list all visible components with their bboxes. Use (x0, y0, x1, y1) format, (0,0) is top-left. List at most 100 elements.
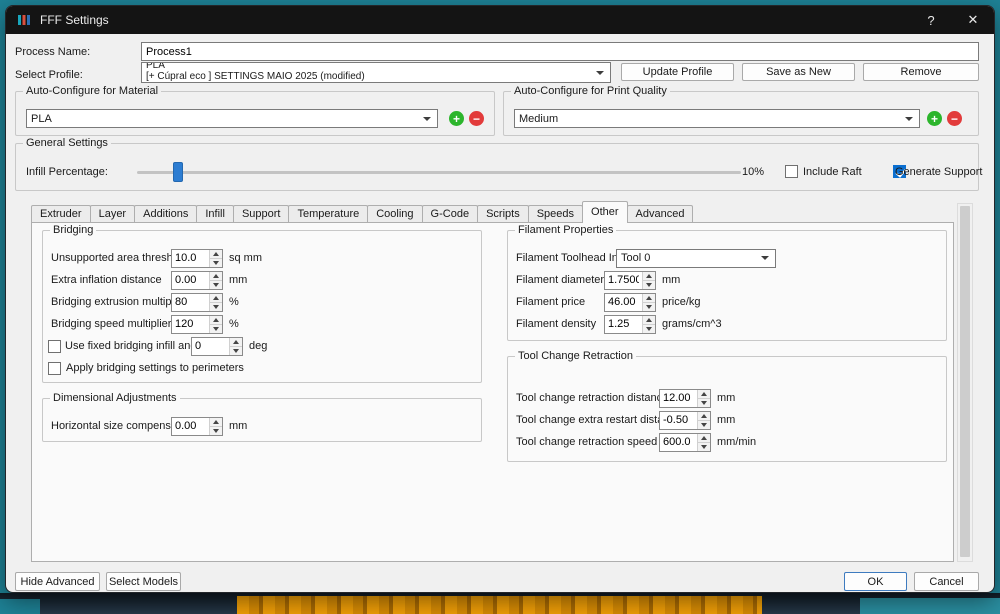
infill-slider-track[interactable] (137, 171, 741, 174)
fixed-bridging-angle-input[interactable] (192, 337, 229, 355)
spin-down-button[interactable] (643, 279, 655, 289)
include-raft-checkbox[interactable] (785, 165, 798, 178)
spin-up-button[interactable] (210, 417, 222, 426)
tab-infill[interactable]: Infill (196, 205, 234, 222)
filament-diameter-label: Filament diameter (516, 274, 605, 286)
spin-down-button[interactable] (210, 257, 222, 267)
include-raft-label[interactable]: Include Raft (803, 166, 862, 178)
add-quality-button[interactable]: + (927, 111, 942, 126)
spin-up-button[interactable] (698, 389, 710, 398)
add-material-button[interactable]: + (449, 111, 464, 126)
filament-toolhead-index-label: Filament Toolhead Index (516, 252, 636, 264)
unsupported-area-threshold-input[interactable] (172, 249, 209, 267)
update-profile-button[interactable]: Update Profile (621, 63, 734, 81)
spin-up-button[interactable] (643, 271, 655, 280)
spin-down-button[interactable] (643, 301, 655, 311)
profile-value-line2: [+ Cúpral eco ] SETTINGS MAIO 2025 (modi… (146, 70, 365, 82)
hide-advanced-button[interactable]: Hide Advanced (15, 572, 100, 591)
spin-down-button[interactable] (230, 345, 242, 355)
use-fixed-bridging-angle-checkbox[interactable] (48, 339, 61, 353)
tab-gcode[interactable]: G-Code (421, 205, 479, 222)
filament-price-input[interactable] (605, 293, 642, 311)
spin-down-button[interactable] (210, 301, 222, 311)
horizontal-size-compensation-input[interactable] (172, 417, 209, 435)
spin-up-button[interactable] (230, 337, 242, 346)
triangle-up-icon (233, 339, 239, 344)
spin-down-button[interactable] (210, 279, 222, 289)
spin-buttons (209, 271, 222, 289)
unit-label: mm (717, 414, 736, 426)
spin-down-button[interactable] (210, 425, 222, 435)
tab-advanced[interactable]: Advanced (626, 205, 694, 222)
tab-scripts[interactable]: Scripts (477, 205, 529, 222)
material-select[interactable]: PLA (26, 109, 438, 128)
bridging-rows: Unsupported area threshold sq mm Extra i… (43, 247, 481, 379)
tab-temperature[interactable]: Temperature (288, 205, 369, 222)
spin-buttons (209, 315, 222, 333)
dropdown-arrow-icon (596, 70, 604, 75)
bridging-speed-multiplier-input[interactable] (172, 315, 209, 333)
spin-up-button[interactable] (698, 411, 710, 420)
spin-down-button[interactable] (698, 397, 710, 407)
tool-change-retraction-speed-input[interactable] (660, 433, 697, 451)
scrollbar-thumb[interactable] (960, 206, 970, 557)
spin-up-button[interactable] (210, 315, 222, 324)
triangle-down-icon (233, 348, 239, 353)
remove-material-button[interactable]: − (469, 111, 484, 126)
remove-quality-button[interactable]: − (947, 111, 962, 126)
tool-change-extra-restart-input[interactable] (660, 411, 697, 429)
tab-cooling[interactable]: Cooling (367, 205, 423, 222)
bridging-group-title: Bridging (50, 224, 97, 237)
help-button[interactable]: ? (910, 6, 952, 34)
settings-row: Bridging extrusion multiplier % (43, 291, 481, 313)
filament-density-label: Filament density (516, 318, 597, 330)
filament-toolhead-select[interactable]: Tool 0 (616, 248, 776, 268)
dialog-body: Process Name: Select Profile: PLA [+ Cúp… (6, 34, 994, 592)
ok-button[interactable]: OK (844, 572, 907, 591)
spin-up-button[interactable] (210, 271, 222, 280)
quality-select[interactable]: Medium (514, 109, 920, 128)
spin-down-button[interactable] (698, 441, 710, 451)
auto-material-group: Auto-Configure for Material PLA + − (15, 85, 495, 136)
process-name-input[interactable] (141, 42, 979, 61)
spin-up-button[interactable] (210, 293, 222, 302)
spin-up-button[interactable] (643, 293, 655, 302)
triangle-down-icon (213, 260, 219, 265)
tab-support[interactable]: Support (232, 205, 290, 222)
bridging-extrusion-multiplier-input[interactable] (172, 293, 209, 311)
infill-slider-handle[interactable] (173, 162, 183, 182)
close-button[interactable]: ✕ (952, 6, 994, 34)
tab-layer[interactable]: Layer (89, 205, 136, 222)
apply-bridging-perimeters-checkbox[interactable] (48, 361, 61, 375)
settings-row: Use fixed bridging infill angle deg (43, 335, 481, 357)
generate-support-label[interactable]: Generate Support (895, 166, 982, 178)
cancel-button[interactable]: Cancel (914, 572, 979, 591)
tab-speeds[interactable]: Speeds (527, 205, 584, 222)
spin-down-button[interactable] (210, 323, 222, 333)
spin-down-button[interactable] (643, 323, 655, 333)
spin-up-button[interactable] (643, 315, 655, 324)
select-models-button[interactable]: Select Models (106, 572, 181, 591)
filament-price-spinbox (604, 292, 656, 312)
tab-additions[interactable]: Additions (134, 205, 198, 222)
vertical-scrollbar[interactable] (957, 203, 973, 562)
profile-select[interactable]: PLA [+ Cúpral eco ] SETTINGS MAIO 2025 (… (141, 62, 611, 83)
spin-up-button[interactable] (698, 433, 710, 442)
tab-other[interactable]: Other (582, 201, 628, 223)
remove-profile-button[interactable]: Remove (863, 63, 979, 81)
use-fixed-bridging-angle-label[interactable]: Use fixed bridging infill angle (65, 340, 205, 352)
tab-extruder[interactable]: Extruder (31, 205, 91, 222)
tool-change-retraction-distance-input[interactable] (660, 389, 697, 407)
apply-bridging-perimeters-label[interactable]: Apply bridging settings to perimeters (66, 362, 244, 374)
filament-diameter-input[interactable] (605, 271, 642, 289)
process-name-label: Process Name: (15, 46, 91, 58)
spin-down-button[interactable] (698, 419, 710, 429)
unit-label: mm/min (717, 436, 757, 448)
tool-change-extra-restart-spinbox (659, 410, 711, 430)
settings-row: Tool change retraction speed mm/min (508, 431, 946, 453)
quality-select-value: Medium (519, 112, 559, 125)
filament-density-input[interactable] (605, 315, 642, 333)
save-as-new-button[interactable]: Save as New (742, 63, 855, 81)
extra-inflation-distance-input[interactable] (172, 271, 209, 289)
spin-up-button[interactable] (210, 249, 222, 258)
